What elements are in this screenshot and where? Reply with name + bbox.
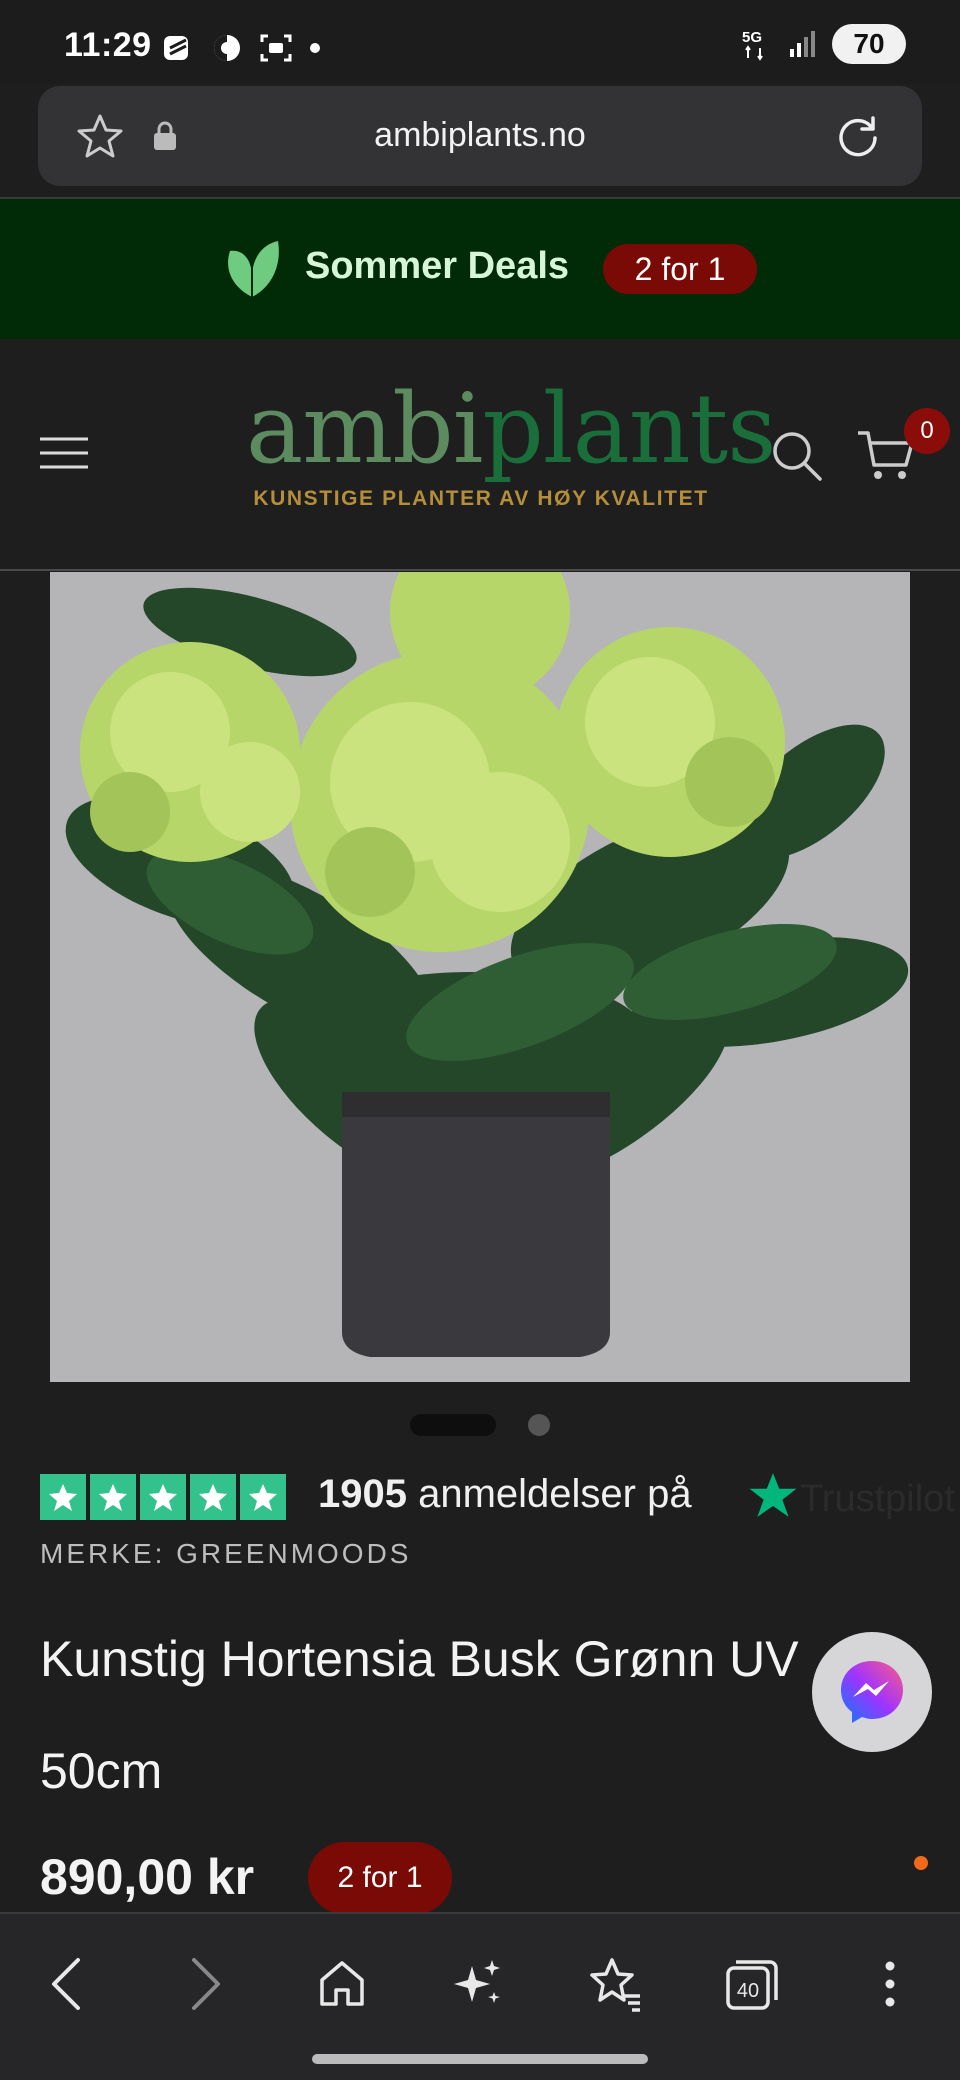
promo-text: Sommer Deals bbox=[305, 245, 570, 287]
promo-banner[interactable]: Sommer Deals 2 for 1 bbox=[0, 199, 960, 339]
messenger-chat-button[interactable] bbox=[812, 1632, 932, 1752]
bookmarks-button[interactable] bbox=[586, 1954, 646, 2014]
logo-tagline: KUNSTIGE PLANTER AV HØY KVALITET bbox=[253, 487, 709, 510]
home-indicator[interactable] bbox=[312, 2054, 648, 2064]
star-icon bbox=[240, 1474, 286, 1520]
network-5g-icon: 5G bbox=[742, 29, 763, 61]
logo-ambi: ambi bbox=[246, 373, 483, 485]
star-icon bbox=[140, 1474, 186, 1520]
home-button[interactable] bbox=[312, 1954, 372, 2014]
tabs-icon: 40 bbox=[726, 1960, 778, 2010]
ai-assistant-button[interactable] bbox=[448, 1954, 508, 2014]
screenshot-icon bbox=[260, 34, 292, 62]
dot-icon bbox=[310, 43, 320, 53]
search-icon[interactable] bbox=[770, 429, 824, 483]
leaf-icon bbox=[228, 241, 279, 297]
product-brand[interactable]: MERKE: GREENMOODS bbox=[40, 1538, 411, 1570]
promo-badge: 2 for 1 bbox=[603, 244, 757, 294]
forward-button[interactable] bbox=[176, 1954, 236, 2014]
site-logo[interactable]: ambiplants KUNSTIGE PLANTER AV HØY KVALI… bbox=[246, 379, 776, 511]
menu-notification-dot bbox=[914, 1856, 928, 1870]
sparkle-icon bbox=[454, 1960, 500, 2003]
star-icon bbox=[40, 1474, 86, 1520]
reviews-summary[interactable]: 1905 anmeldelser på bbox=[318, 1472, 692, 1517]
tabs-button[interactable]: 40 bbox=[722, 1954, 782, 2014]
hamburger-menu-icon[interactable] bbox=[38, 435, 90, 471]
carousel-dot[interactable] bbox=[528, 1414, 550, 1436]
trustpilot-logo-text[interactable]: Trustpilot bbox=[800, 1478, 955, 1521]
product-title-size: 50cm bbox=[40, 1743, 163, 1799]
rating-stars bbox=[40, 1474, 286, 1520]
product-title: Kunstig Hortensia Busk Grønn UV bbox=[40, 1631, 799, 1687]
hydrangea-illustration bbox=[50, 572, 910, 1382]
status-notification-icons bbox=[160, 30, 322, 66]
forward-arrow-icon bbox=[192, 1958, 220, 2010]
reviews-label: anmeldelser på bbox=[418, 1472, 692, 1516]
battery-indicator: 70 bbox=[832, 24, 906, 64]
reviews-count: 1905 bbox=[318, 1472, 407, 1516]
app-notification-icon bbox=[164, 36, 188, 60]
messenger-icon bbox=[841, 1661, 903, 1723]
status-bar: 11:29 5G 70 bbox=[0, 0, 960, 84]
url-text[interactable]: ambiplants.no bbox=[38, 116, 922, 155]
svg-text:5G: 5G bbox=[742, 29, 762, 46]
more-vertical-icon bbox=[885, 1961, 895, 2007]
bookmarks-star-icon bbox=[590, 1958, 640, 2012]
back-arrow-icon bbox=[52, 1958, 80, 2010]
signal-icon bbox=[790, 31, 815, 57]
carousel-dot-active[interactable] bbox=[410, 1414, 496, 1436]
cart-count-badge: 0 bbox=[904, 408, 950, 454]
half-circle-icon bbox=[214, 35, 240, 61]
star-icon bbox=[190, 1474, 236, 1520]
home-icon bbox=[320, 1961, 364, 2006]
reload-icon[interactable] bbox=[832, 110, 884, 162]
back-button[interactable] bbox=[36, 1954, 96, 2014]
star-icon bbox=[90, 1474, 136, 1520]
url-bar[interactable]: ambiplants.no bbox=[38, 86, 922, 186]
price-promo-badge: 2 for 1 bbox=[308, 1842, 452, 1914]
status-system-icons: 5G 70 bbox=[740, 24, 906, 64]
product-image[interactable] bbox=[50, 572, 910, 1382]
more-menu-button[interactable] bbox=[860, 1954, 920, 2014]
tabs-count: 40 bbox=[737, 1980, 759, 2002]
trustpilot-star-icon bbox=[749, 1473, 797, 1517]
status-time: 11:29 bbox=[64, 26, 152, 64]
product-price: 890,00 kr bbox=[40, 1849, 255, 1905]
logo-plants: plants bbox=[482, 373, 776, 485]
site-header: ambiplants KUNSTIGE PLANTER AV HØY KVALI… bbox=[0, 339, 960, 571]
battery-level: 70 bbox=[853, 28, 885, 59]
